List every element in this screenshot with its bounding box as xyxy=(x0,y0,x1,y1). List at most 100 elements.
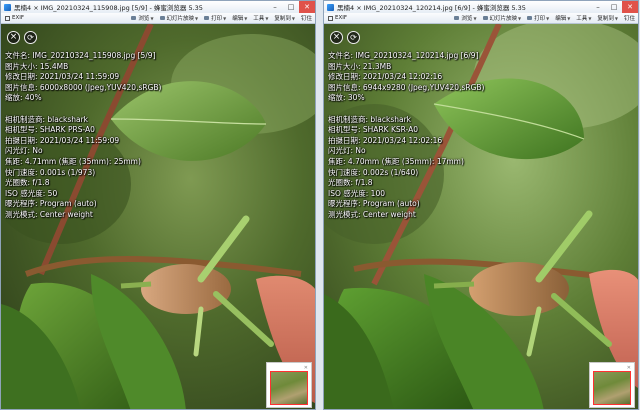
exif-focal: 焦距: 4.71mm (焦距 (35mm): 25mm) xyxy=(5,156,141,166)
chevron-down-icon: ▼ xyxy=(546,15,550,21)
copy-to-label: 复制到 xyxy=(597,16,614,22)
copy-to-menu[interactable]: 复制到 ▼ xyxy=(594,14,621,23)
exif-model: 相机型号: SHARK KSR-A0 xyxy=(328,125,418,135)
thumbnail-image[interactable] xyxy=(270,371,308,405)
viewer-window-right: 黑楠4 × IMG_20210324_120214.jpg [6/9] - 蜂蜜… xyxy=(323,0,639,410)
copy-to-menu[interactable]: 复制到 ▼ xyxy=(271,14,298,23)
maximize-icon[interactable]: □ xyxy=(606,1,622,13)
checkbox-icon xyxy=(328,15,333,21)
toolbar: EXIF 浏览 ▼ 幻灯片放映 ▼ 打印 ▼ 编辑 ▼ 工具 ▼ 复制到 ▼ 钉住 xyxy=(324,13,638,24)
tools-menu[interactable]: 工具 ▼ xyxy=(573,14,594,23)
minimize-icon[interactable]: – xyxy=(590,1,606,13)
chevron-down-icon: ▼ xyxy=(518,15,522,21)
tools-menu[interactable]: 工具 ▼ xyxy=(250,14,271,23)
navigator-thumbnail[interactable]: ✕ xyxy=(589,362,635,408)
pin-label: 钉住 xyxy=(623,16,635,22)
edit-label: 编辑 xyxy=(232,16,244,22)
exif-shot-date: 拍摄日期: 2021/03/24 11:59:09 xyxy=(5,135,120,145)
exif-overlay: 文件名: IMG_20210324_115908.jpg [5/9] 图片大小:… xyxy=(5,51,161,221)
exif-aperture: 光圈数: f/1.8 xyxy=(5,178,50,188)
exif-flash: 闪光灯: No xyxy=(5,146,43,156)
edit-menu[interactable]: 编辑 ▼ xyxy=(552,14,573,23)
close-overlay-icon[interactable]: × xyxy=(330,31,343,44)
slideshow-menu[interactable]: 幻灯片放映 ▼ xyxy=(157,14,202,22)
exif-button[interactable]: EXIF xyxy=(1,15,28,21)
exif-flash: 闪光灯: No xyxy=(328,146,366,156)
chevron-down-icon: ▼ xyxy=(291,15,295,21)
window-title: 黑楠4 × IMG_20210324_120214.jpg [6/9] - 蜂蜜… xyxy=(337,4,526,12)
tools-label: 工具 xyxy=(253,16,265,22)
browse-menu[interactable]: 浏览 ▼ xyxy=(128,14,156,22)
maximize-icon[interactable]: □ xyxy=(283,1,299,13)
chevron-down-icon: ▼ xyxy=(588,15,592,21)
close-overlay-icon[interactable]: × xyxy=(7,31,20,44)
close-icon[interactable]: ✕ xyxy=(627,366,631,371)
chevron-down-icon: ▼ xyxy=(567,15,571,21)
exif-maker: 相机制造商: blackshark xyxy=(328,114,412,124)
browse-icon xyxy=(454,16,460,20)
exif-zoom: 缩放: 40% xyxy=(5,93,42,103)
exif-size: 图片大小: 21.3MB xyxy=(328,61,392,71)
exif-iso: ISO 感光度: 100 xyxy=(328,188,385,198)
chevron-down-icon: ▼ xyxy=(223,15,227,21)
exif-button[interactable]: EXIF xyxy=(324,15,351,21)
slideshow-label: 幻灯片放映 xyxy=(489,16,518,22)
navigator-thumbnail[interactable]: ✕ xyxy=(266,362,312,408)
close-window-icon[interactable]: ✕ xyxy=(299,1,315,13)
print-label: 打印 xyxy=(211,16,223,22)
close-window-icon[interactable]: ✕ xyxy=(622,1,638,13)
image-viewport[interactable]: × ⟳ 文件名: IMG_20210324_120214.jpg [6/9] 图… xyxy=(324,24,638,409)
chevron-down-icon: ▼ xyxy=(195,15,199,21)
rotate-icon[interactable]: ⟳ xyxy=(347,31,360,44)
exif-filename: 文件名: IMG_20210324_115908.jpg [5/9] xyxy=(5,51,156,60)
slideshow-icon xyxy=(482,16,488,20)
exif-overlay: 文件名: IMG_20210324_120214.jpg [6/9] 图片大小:… xyxy=(328,51,484,221)
close-icon[interactable]: ✕ xyxy=(304,366,308,371)
thumbnail-image[interactable] xyxy=(593,371,631,405)
window-controls: – □ ✕ xyxy=(590,1,638,13)
minimize-icon[interactable]: – xyxy=(267,1,283,13)
title-bar[interactable]: 黑楠4 × IMG_20210324_120214.jpg [6/9] - 蜂蜜… xyxy=(324,1,638,13)
print-label: 打印 xyxy=(534,16,546,22)
browse-label: 浏览 xyxy=(138,16,150,22)
exif-modified: 修改日期: 2021/03/24 12:02:16 xyxy=(328,72,443,82)
exif-shot-date: 拍摄日期: 2021/03/24 12:02:16 xyxy=(328,135,443,145)
app-icon xyxy=(4,3,11,11)
print-menu[interactable]: 打印 ▼ xyxy=(201,14,229,22)
exif-shutter: 快门速度: 0.001s (1/973) xyxy=(5,167,96,177)
exif-model: 相机型号: SHARK PRS-A0 xyxy=(5,125,95,135)
image-viewport[interactable]: × ⟳ 文件名: IMG_20210324_115908.jpg [5/9] 图… xyxy=(1,24,315,409)
browse-label: 浏览 xyxy=(461,16,473,22)
slideshow-label: 幻灯片放映 xyxy=(166,16,195,22)
slideshow-icon xyxy=(159,16,165,20)
exif-info: 图片信息: 6000x8000 (Jpeg,YUV420,sRGB) xyxy=(5,82,162,92)
toolbar: EXIF 浏览 ▼ 幻灯片放映 ▼ 打印 ▼ 编辑 ▼ 工具 ▼ 复制到 ▼ 钉住 xyxy=(1,13,315,24)
window-controls: – □ ✕ xyxy=(267,1,315,13)
exif-program: 曝光程序: Program (auto) xyxy=(5,199,97,209)
title-bar[interactable]: 黑楠4 × IMG_20210324_115908.jpg [5/9] - 蜂蜜… xyxy=(1,1,315,13)
exif-maker: 相机制造商: blackshark xyxy=(5,114,89,124)
exif-info: 图片信息: 6944x9280 (Jpeg,YUV420,sRGB) xyxy=(328,82,485,92)
viewer-window-left: 黑楠4 × IMG_20210324_115908.jpg [5/9] - 蜂蜜… xyxy=(0,0,316,410)
exif-label: EXIF xyxy=(12,15,25,21)
pin-button[interactable]: 钉住 xyxy=(298,14,315,22)
edit-menu[interactable]: 编辑 ▼ xyxy=(229,14,250,23)
exif-filename: 文件名: IMG_20210324_120214.jpg [6/9] xyxy=(328,51,479,60)
chevron-down-icon: ▼ xyxy=(265,15,269,21)
print-menu[interactable]: 打印 ▼ xyxy=(524,14,552,22)
browse-icon xyxy=(131,16,137,20)
browse-menu[interactable]: 浏览 ▼ xyxy=(451,14,479,22)
checkbox-icon xyxy=(5,15,10,21)
pin-label: 钉住 xyxy=(300,16,312,22)
tools-label: 工具 xyxy=(576,16,588,22)
exif-shutter: 快门速度: 0.002s (1/640) xyxy=(328,167,419,177)
pin-button[interactable]: 钉住 xyxy=(621,14,638,22)
print-icon xyxy=(204,16,210,20)
rotate-icon[interactable]: ⟳ xyxy=(24,31,37,44)
chevron-down-icon: ▼ xyxy=(473,15,477,21)
app-icon xyxy=(327,3,334,11)
window-title: 黑楠4 × IMG_20210324_115908.jpg [5/9] - 蜂蜜… xyxy=(14,4,203,12)
edit-label: 编辑 xyxy=(555,16,567,22)
slideshow-menu[interactable]: 幻灯片放映 ▼ xyxy=(480,14,525,22)
exif-program: 曝光程序: Program (auto) xyxy=(328,199,420,209)
